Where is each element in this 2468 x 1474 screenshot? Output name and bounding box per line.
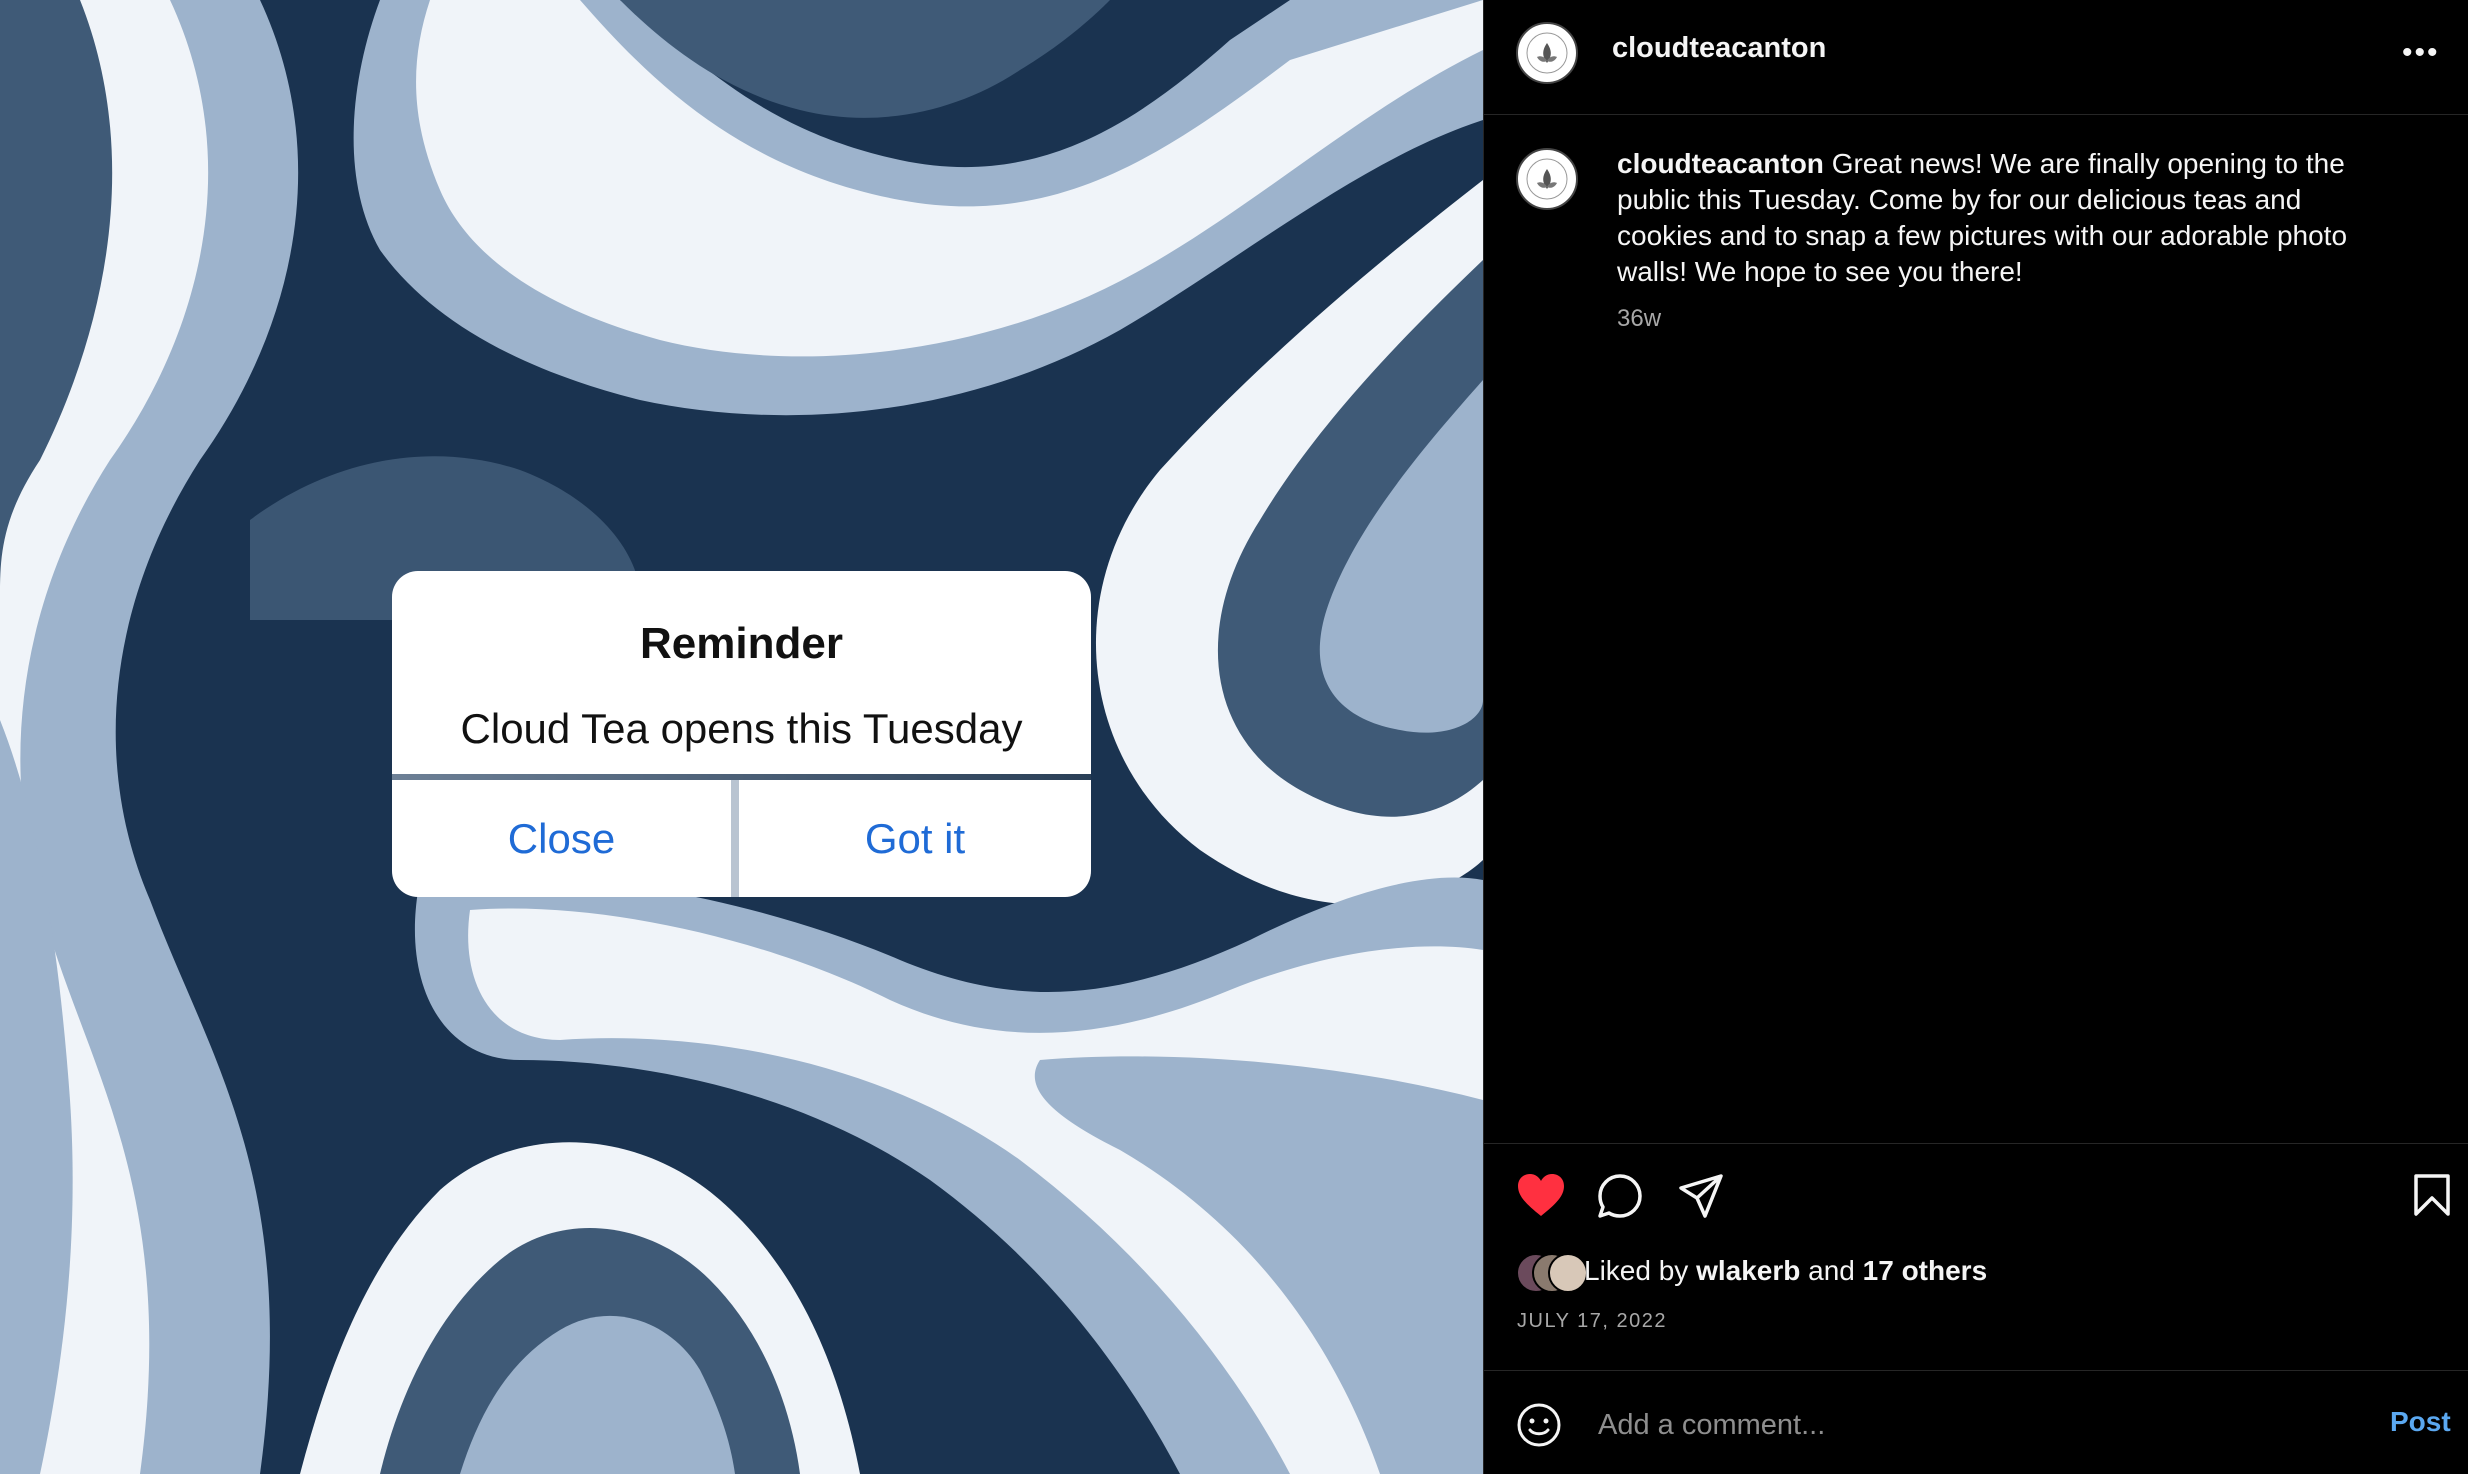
reminder-dialog: Reminder Cloud Tea opens this Tuesday Cl… bbox=[392, 571, 1091, 897]
comment-divider bbox=[1484, 1370, 2468, 1371]
header-divider bbox=[1484, 114, 2468, 115]
post-image: Reminder Cloud Tea opens this Tuesday Cl… bbox=[0, 0, 1483, 1474]
dialog-got-it-button[interactable]: Got it bbox=[739, 780, 1091, 897]
likes-summary: Liked by wlakerb and 17 others bbox=[1584, 1255, 1987, 1287]
post-sidebar: cloudteacanton ••• cloudteacanton Great … bbox=[1484, 0, 2468, 1474]
share-icon[interactable] bbox=[1677, 1172, 1725, 1220]
post-caption: cloudteacanton Great news! We are finall… bbox=[1617, 146, 2397, 290]
dialog-title: Reminder bbox=[640, 619, 843, 668]
caption-avatar[interactable] bbox=[1516, 148, 1578, 210]
dialog-close-button[interactable]: Close bbox=[392, 780, 731, 897]
bookmark-icon[interactable] bbox=[2412, 1172, 2452, 1218]
liked-prefix: Liked by bbox=[1584, 1255, 1689, 1286]
liked-user[interactable]: wlakerb bbox=[1696, 1255, 1800, 1286]
post-comment-button[interactable]: Post bbox=[2390, 1406, 2451, 1438]
liker-avatars bbox=[1516, 1253, 1588, 1293]
post-age: 36w bbox=[1617, 305, 1662, 332]
header-username[interactable]: cloudteacanton bbox=[1612, 32, 1826, 65]
liked-and: and bbox=[1808, 1255, 1855, 1286]
header-avatar[interactable] bbox=[1516, 22, 1578, 84]
cloud-tea-logo-icon bbox=[1526, 158, 1568, 200]
dialog-message: Cloud Tea opens this Tuesday bbox=[460, 705, 1023, 752]
post-date: JULY 17, 2022 bbox=[1517, 1310, 1667, 1332]
actions-divider bbox=[1484, 1143, 2468, 1144]
liked-others[interactable]: 17 others bbox=[1863, 1255, 1988, 1286]
caption-username[interactable]: cloudteacanton bbox=[1617, 148, 1824, 179]
comment-icon[interactable] bbox=[1596, 1172, 1644, 1220]
heart-icon[interactable] bbox=[1516, 1172, 1566, 1218]
more-icon[interactable]: ••• bbox=[2402, 36, 2440, 70]
comment-input[interactable] bbox=[1596, 1402, 2340, 1448]
cloud-tea-logo-icon bbox=[1526, 32, 1568, 74]
liker-avatar bbox=[1548, 1253, 1588, 1293]
emoji-icon[interactable] bbox=[1516, 1402, 1562, 1448]
dialog-button-divider bbox=[731, 780, 739, 897]
